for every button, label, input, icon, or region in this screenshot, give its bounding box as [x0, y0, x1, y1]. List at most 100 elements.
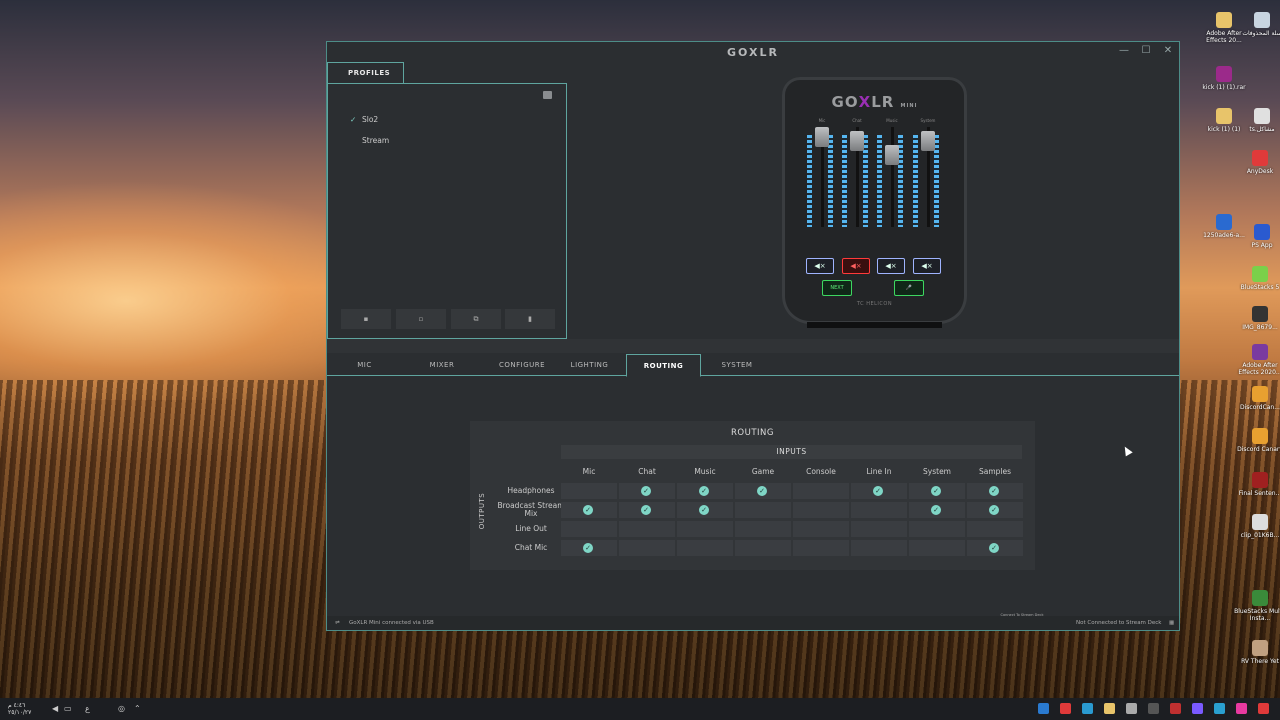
- routing-cell[interactable]: [561, 483, 617, 499]
- routing-cell[interactable]: [793, 502, 849, 518]
- close-icon[interactable]: ✕: [1161, 45, 1175, 56]
- routing-cell[interactable]: [677, 521, 733, 537]
- routing-cell[interactable]: [677, 540, 733, 556]
- taskbar-app-icon[interactable]: [1060, 703, 1071, 714]
- routing-cell[interactable]: ✓: [967, 483, 1023, 499]
- chevron-up-icon[interactable]: ⌃: [134, 704, 141, 713]
- routing-cell[interactable]: [851, 502, 907, 518]
- routing-cell[interactable]: [619, 540, 675, 556]
- routing-cell[interactable]: [561, 521, 617, 537]
- speaker-icon[interactable]: ◀: [52, 704, 58, 713]
- tray-app-icon[interactable]: ◎: [118, 704, 125, 713]
- check-icon: ✓: [989, 543, 999, 553]
- connect-stream-deck-button[interactable]: Connect To Stream Deck: [999, 613, 1045, 617]
- routing-cell[interactable]: ✓: [909, 502, 965, 518]
- taskbar-app-icon[interactable]: [1038, 703, 1049, 714]
- desktop-icon[interactable]: AnyDesk: [1232, 150, 1280, 175]
- routing-cell[interactable]: ✓: [967, 502, 1023, 518]
- routing-cell[interactable]: ✓: [909, 483, 965, 499]
- network-icon[interactable]: ▭: [64, 704, 72, 713]
- desktop-icon[interactable]: clip_01K6B...: [1232, 514, 1280, 539]
- routing-cell[interactable]: [851, 540, 907, 556]
- tab-mic[interactable]: MIC: [337, 354, 392, 376]
- taskbar-app-icon[interactable]: [1258, 703, 1269, 714]
- taskbar-app-icon[interactable]: [1192, 703, 1203, 714]
- fader-mic[interactable]: [815, 127, 829, 147]
- routing-cell[interactable]: ✓: [677, 502, 733, 518]
- taskbar-app-icon[interactable]: [1104, 703, 1115, 714]
- routing-cell[interactable]: ✓: [619, 502, 675, 518]
- tab-system[interactable]: SYSTEM: [707, 354, 767, 376]
- desktop-icon[interactable]: Final Senten...: [1232, 472, 1280, 497]
- maximize-icon[interactable]: ☐: [1139, 45, 1153, 56]
- grid-icon[interactable]: ▦: [1169, 616, 1174, 630]
- copy-profile-button[interactable]: ⧉: [451, 309, 501, 329]
- desktop-icon[interactable]: kick (1) (1).rar: [1196, 66, 1252, 91]
- routing-cell[interactable]: [793, 483, 849, 499]
- minimize-icon[interactable]: —: [1117, 45, 1131, 56]
- mute-button-mic[interactable]: ◀×: [806, 258, 834, 274]
- desktop-icon[interactable]: Adobe After Effects 2020...: [1232, 344, 1280, 376]
- desktop-icon[interactable]: PS App: [1234, 224, 1280, 249]
- language-indicator[interactable]: ع: [85, 704, 90, 713]
- tab-configure[interactable]: CONFIGURE: [487, 354, 557, 376]
- routing-cell[interactable]: [793, 521, 849, 537]
- tab-mixer[interactable]: MIXER: [412, 354, 472, 376]
- cough-button[interactable]: 🎤: [894, 280, 924, 296]
- bleep-button[interactable]: NEXT: [822, 280, 852, 296]
- title-bar[interactable]: GOXLR — ☐ ✕: [327, 42, 1179, 62]
- app-icon: [1252, 640, 1268, 656]
- routing-cell[interactable]: [735, 502, 791, 518]
- routing-cell[interactable]: [735, 521, 791, 537]
- desktop-icon[interactable]: BlueStacks Multi-Insta...: [1232, 590, 1280, 622]
- routing-cell[interactable]: ✓: [619, 483, 675, 499]
- routing-cell[interactable]: ✓: [967, 540, 1023, 556]
- routing-cell[interactable]: [909, 540, 965, 556]
- save-profile-button[interactable]: ▪: [341, 309, 391, 329]
- routing-cell[interactable]: ✓: [735, 483, 791, 499]
- channel-label: Mic: [818, 118, 826, 123]
- new-profile-button[interactable]: ▫: [396, 309, 446, 329]
- taskbar-app-icon[interactable]: [1214, 703, 1225, 714]
- desktop-icon[interactable]: Discord Canary: [1232, 428, 1280, 453]
- clock[interactable]: ٤:٤٦ م ٢٥/١٠/٢٧: [8, 702, 31, 716]
- tab-lighting[interactable]: LIGHTING: [562, 354, 617, 376]
- desktop-icon[interactable]: BlueStacks 5: [1232, 266, 1280, 291]
- mute-button-music[interactable]: ◀×: [877, 258, 905, 274]
- routing-cell[interactable]: ✓: [561, 502, 617, 518]
- taskbar-app-icon[interactable]: [1148, 703, 1159, 714]
- fader-chat[interactable]: [850, 131, 864, 151]
- mute-button-system[interactable]: ◀×: [913, 258, 941, 274]
- desktop-icon-label: Final Senten...: [1238, 490, 1280, 497]
- folder-icon[interactable]: [543, 91, 552, 99]
- profile-item-stream[interactable]: Stream: [350, 136, 389, 145]
- desktop-icon-label: DiscordCan...: [1240, 404, 1280, 411]
- routing-cell[interactable]: [793, 540, 849, 556]
- desktop-icon[interactable]: IMG_8679...: [1232, 306, 1280, 331]
- fader-system[interactable]: [921, 131, 935, 151]
- taskbar-app-icon[interactable]: [1082, 703, 1093, 714]
- routing-cell[interactable]: [619, 521, 675, 537]
- desktop-icon[interactable]: سلة المحذوفات: [1234, 12, 1280, 37]
- app-icon: [1252, 266, 1268, 282]
- mute-button-chat[interactable]: ◀×: [842, 258, 870, 274]
- tab-routing[interactable]: ROUTING: [626, 354, 701, 377]
- taskbar-app-icon[interactable]: [1126, 703, 1137, 714]
- routing-cell[interactable]: [735, 540, 791, 556]
- desktop-icon[interactable]: ts.مشاكل: [1234, 108, 1280, 133]
- delete-profile-button[interactable]: ▮: [505, 309, 555, 329]
- desktop-icon[interactable]: RV There Yet: [1232, 640, 1280, 665]
- routing-cell[interactable]: ✓: [851, 483, 907, 499]
- desktop-icon[interactable]: DiscordCan...: [1232, 386, 1280, 411]
- routing-cell[interactable]: ✓: [561, 540, 617, 556]
- routing-cell[interactable]: [851, 521, 907, 537]
- fader-music[interactable]: [885, 145, 899, 165]
- profile-item-slo2[interactable]: ✓ Slo2: [350, 115, 378, 124]
- channel-label: System: [920, 118, 936, 123]
- routing-cell[interactable]: ✓: [677, 483, 733, 499]
- profiles-tab[interactable]: PROFILES: [327, 62, 404, 83]
- routing-cell[interactable]: [967, 521, 1023, 537]
- taskbar-app-icon[interactable]: [1236, 703, 1247, 714]
- routing-cell[interactable]: [909, 521, 965, 537]
- taskbar-app-icon[interactable]: [1170, 703, 1181, 714]
